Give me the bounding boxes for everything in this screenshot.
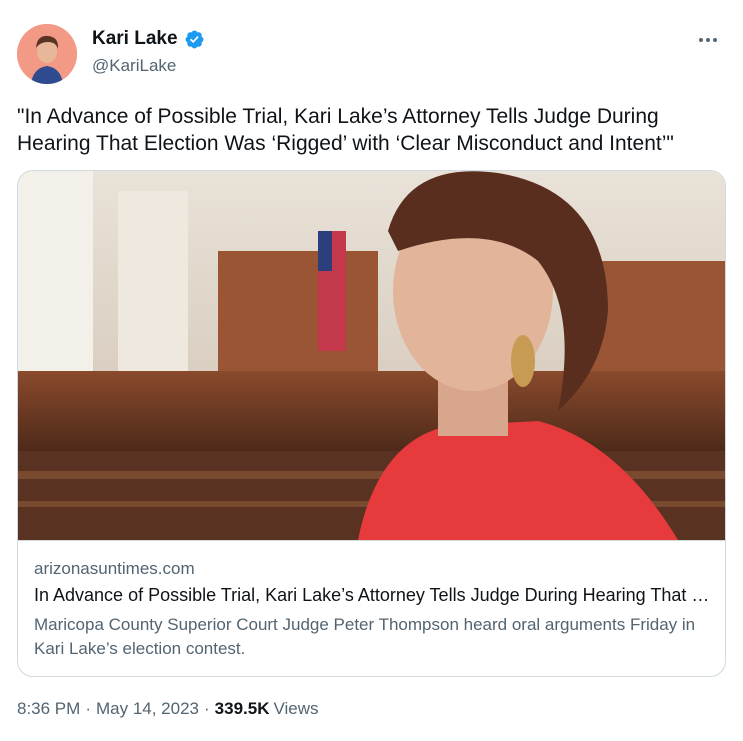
views-count: 339.5K xyxy=(214,699,270,718)
dot-icon xyxy=(713,38,717,42)
avatar[interactable] xyxy=(17,24,77,84)
more-options-button[interactable] xyxy=(693,32,723,48)
tweet-text: "In Advance of Possible Trial, Kari Lake… xyxy=(17,105,674,155)
card-domain: arizonasuntimes.com xyxy=(34,559,195,578)
views-label: Views xyxy=(273,699,319,718)
tweet-meta: 8:36 PM · May 14, 2023 · 339.5K Views xyxy=(17,699,319,719)
dot-icon xyxy=(706,38,710,42)
verified-badge-icon xyxy=(185,30,204,48)
card-description: Maricopa County Superior Court Judge Pet… xyxy=(34,615,696,658)
card-title: In Advance of Possible Trial, Kari Lake’… xyxy=(34,585,714,605)
author-name[interactable]: Kari Lake xyxy=(92,28,178,50)
author-handle[interactable]: @KariLake xyxy=(92,56,176,76)
profile-photo-icon xyxy=(17,24,77,84)
separator: · xyxy=(204,699,210,718)
tweet-time[interactable]: 8:36 PM xyxy=(17,699,80,719)
separator: · xyxy=(85,699,91,718)
tweet-date[interactable]: May 14, 2023 xyxy=(96,699,199,719)
courtroom-portrait-photo-icon xyxy=(18,171,725,541)
link-card[interactable]: arizonasuntimes.com In Advance of Possib… xyxy=(17,170,726,677)
dot-icon xyxy=(699,38,703,42)
